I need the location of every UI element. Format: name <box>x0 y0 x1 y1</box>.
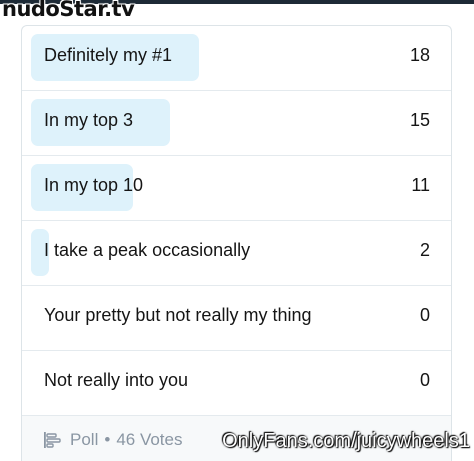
poll-option-label: Not really into you <box>44 370 189 390</box>
poll-option-count: 15 <box>409 110 430 130</box>
poll-option[interactable]: Your pretty but not really my thing 0 <box>22 286 451 351</box>
poll-option-label: Definitely my #1 <box>44 45 173 65</box>
footer-separator: • <box>104 430 111 449</box>
poll-option[interactable]: Definitely my #1 18 <box>22 26 451 91</box>
poll-card: Definitely my #1 18 In my top 3 15 In my… <box>21 25 452 461</box>
poll-option-count: 11 <box>411 175 430 195</box>
poll-option[interactable]: I take a peak occasionally 2 <box>22 221 451 286</box>
poll-option-count: 18 <box>409 45 430 65</box>
watermark-bottom: OnlyFans.com/juicywheels1 <box>222 430 470 452</box>
poll-option[interactable]: In my top 10 11 <box>22 156 451 221</box>
poll-option-label: In my top 10 <box>44 175 144 195</box>
poll-icon <box>44 432 61 448</box>
poll-option-label: In my top 3 <box>44 110 134 130</box>
poll-footer-text: Poll • 46 Votes <box>70 430 182 450</box>
poll-option-label: Your pretty but not really my thing <box>44 305 312 325</box>
watermark-top-suffix: .tv <box>104 0 135 21</box>
poll-option[interactable]: In my top 3 15 <box>22 91 451 156</box>
poll-option-count: 0 <box>419 305 430 325</box>
poll-option[interactable]: Not really into you 0 <box>22 351 451 416</box>
poll-type-label: Poll <box>70 430 99 449</box>
poll-votes-count: 46 Votes <box>116 430 183 449</box>
poll-option-label: I take a peak occasionally <box>44 240 251 260</box>
poll-option-count: 0 <box>419 370 430 390</box>
watermark-top-main: nudoStar <box>2 0 105 21</box>
poll-option-count: 2 <box>419 240 430 260</box>
watermark-top-logo: nudoStar.tv <box>2 0 135 21</box>
